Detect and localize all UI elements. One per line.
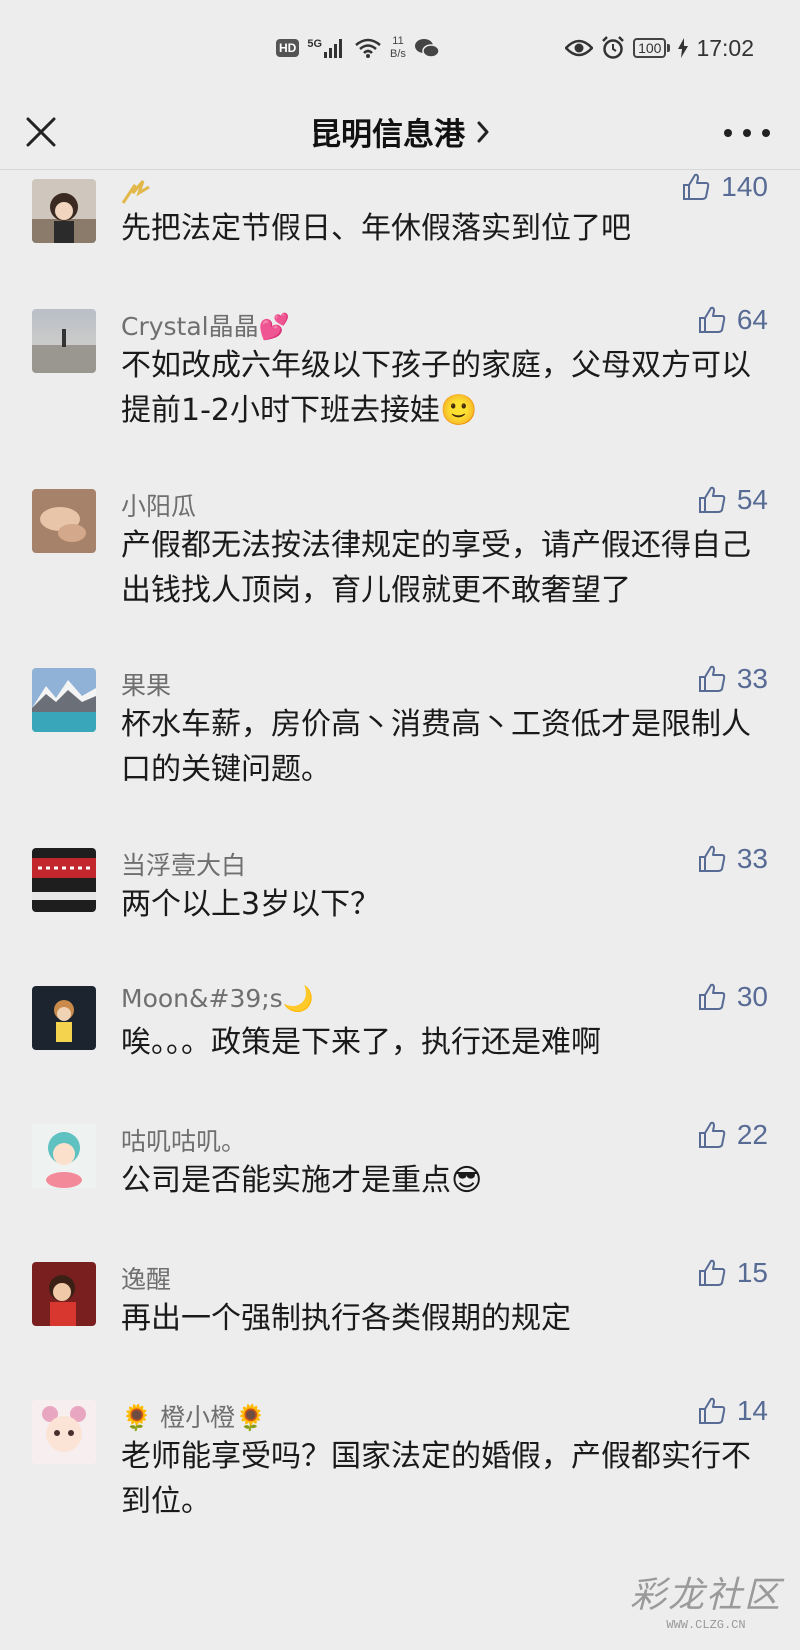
eye-icon [565, 39, 594, 57]
thumbs-up-icon [698, 1397, 726, 1424]
like-count: 14 [736, 1395, 768, 1426]
avatar[interactable] [32, 986, 96, 1050]
status-right: 100 17:02 [565, 30, 754, 66]
like-count: 64 [736, 304, 768, 335]
like-button[interactable]: 15 [697, 1257, 768, 1289]
avatar[interactable] [32, 1400, 96, 1464]
more-icon-dot [724, 129, 732, 137]
like-button[interactable]: 30 [697, 981, 768, 1013]
like-count: 140 [721, 171, 768, 202]
comment-author: 逸醒 [121, 1265, 172, 1294]
chevron-right-icon [477, 121, 489, 142]
thumbs-up-icon [698, 665, 726, 692]
comment-text: 公司是否能实施才是重点😎 [121, 1163, 483, 1198]
like-button[interactable]: 22 [697, 1119, 768, 1151]
like-count: 54 [736, 484, 768, 515]
watermark-url: WWW.CLZG.CN [666, 1618, 746, 1632]
comment-author: 果果 [121, 671, 172, 700]
page-title: 昆明信息港 [309, 117, 465, 153]
watermark-main: 彩龙社区 [629, 1575, 782, 1616]
thumbs-up-icon [698, 983, 726, 1010]
network-type: 5G [307, 38, 323, 50]
net-speed: 11 B/s [390, 35, 406, 61]
avatar[interactable] [32, 179, 96, 243]
clock-time: 17:02 [696, 34, 754, 61]
comment-author: Moon&#39;s🌙 [121, 984, 314, 1013]
comment-text: 产假都无法按法律规定的享受，请产假还得自己出钱找人顶岗，育儿假就更不敢奢望了 [121, 528, 751, 608]
wifi-icon [355, 38, 381, 58]
like-button[interactable]: 14 [697, 1395, 768, 1427]
like-button[interactable]: 140 [681, 171, 768, 203]
avatar[interactable] [32, 1262, 96, 1326]
comment-author: 小阳瓜 [121, 492, 197, 521]
battery-level: 100 [633, 38, 667, 58]
like-button[interactable]: 33 [697, 663, 768, 695]
signal-indicator: 5G [307, 38, 346, 58]
avatar[interactable] [32, 848, 96, 912]
comment-author: 咕叽咕叽。 [121, 1127, 247, 1156]
avatar-image [32, 1124, 96, 1188]
charging-icon [678, 38, 689, 58]
comment-text: 两个以上3岁以下？ [121, 887, 381, 922]
wechat-icon [414, 39, 440, 58]
thumbs-up-icon [698, 845, 726, 872]
battery-tip [667, 44, 671, 52]
hd-badge: HD [276, 39, 300, 57]
net-speed-unit: B/s [390, 48, 406, 60]
battery-indicator: 100 [633, 38, 671, 58]
like-count: 15 [736, 1257, 768, 1288]
avatar[interactable] [32, 668, 96, 732]
more-icon-dot [743, 129, 751, 137]
avatar-image [32, 668, 96, 732]
status-bar: HD 5G 11 B/s 100 17:02 [0, 0, 800, 95]
like-count: 33 [736, 663, 768, 694]
more-button[interactable] [724, 119, 770, 147]
like-button[interactable]: 54 [697, 484, 768, 516]
net-speed-value: 11 [392, 35, 404, 47]
title-bar: 昆明信息港 [0, 95, 800, 170]
like-count: 22 [736, 1119, 768, 1150]
comment-text: 杯水车薪，房价高丶消费高丶工资低才是限制人口的关键问题。 [121, 707, 751, 787]
account-title-link[interactable]: 昆明信息港 [0, 109, 800, 154]
avatar-image [32, 848, 96, 912]
avatar[interactable] [32, 489, 96, 553]
avatar-image [32, 1262, 96, 1326]
avatar[interactable] [32, 1124, 96, 1188]
thumbs-up-icon [698, 1259, 726, 1286]
avatar-image [32, 179, 96, 243]
name-decor-icon [121, 180, 150, 204]
status-left: HD 5G 11 B/s [276, 30, 440, 66]
avatar-image [32, 309, 96, 373]
like-button[interactable]: 33 [697, 843, 768, 875]
alarm-icon [602, 36, 624, 59]
avatar-image [32, 986, 96, 1050]
thumbs-up-icon [698, 1121, 726, 1148]
avatar-image [32, 1400, 96, 1464]
comment-author: Crystal晶晶💕 [121, 312, 290, 341]
avatar-image [32, 489, 96, 553]
like-count: 30 [736, 981, 768, 1012]
avatar[interactable] [32, 309, 96, 373]
thumbs-up-icon [698, 486, 726, 513]
signal-icon [324, 39, 343, 58]
like-count: 33 [736, 843, 768, 874]
comment-author: 当浮壹大白 [121, 851, 247, 880]
comment-text: 老师能享受吗？国家法定的婚假，产假都实行不到位。 [121, 1439, 751, 1519]
more-icon-dot [762, 129, 770, 137]
comment-text: 唉。。。政策是下来了，执行还是难啊 [121, 1025, 601, 1060]
comment-text: 再出一个强制执行各类假期的规定 [121, 1301, 571, 1336]
comment-text: 不如改成六年级以下孩子的家庭，父母双方可以提前1-2小时下班去接娃🙂 [121, 348, 751, 428]
comment-author: 🌻 橙小橙🌻 [121, 1403, 267, 1432]
thumbs-up-icon [683, 173, 710, 200]
comment-text: 先把法定节假日、年休假落实到位了吧 [121, 211, 631, 246]
like-button[interactable]: 64 [697, 304, 768, 336]
thumbs-up-icon [698, 306, 726, 333]
watermark-logo: 彩龙社区 WWW.CLZG.CN [630, 1566, 782, 1632]
